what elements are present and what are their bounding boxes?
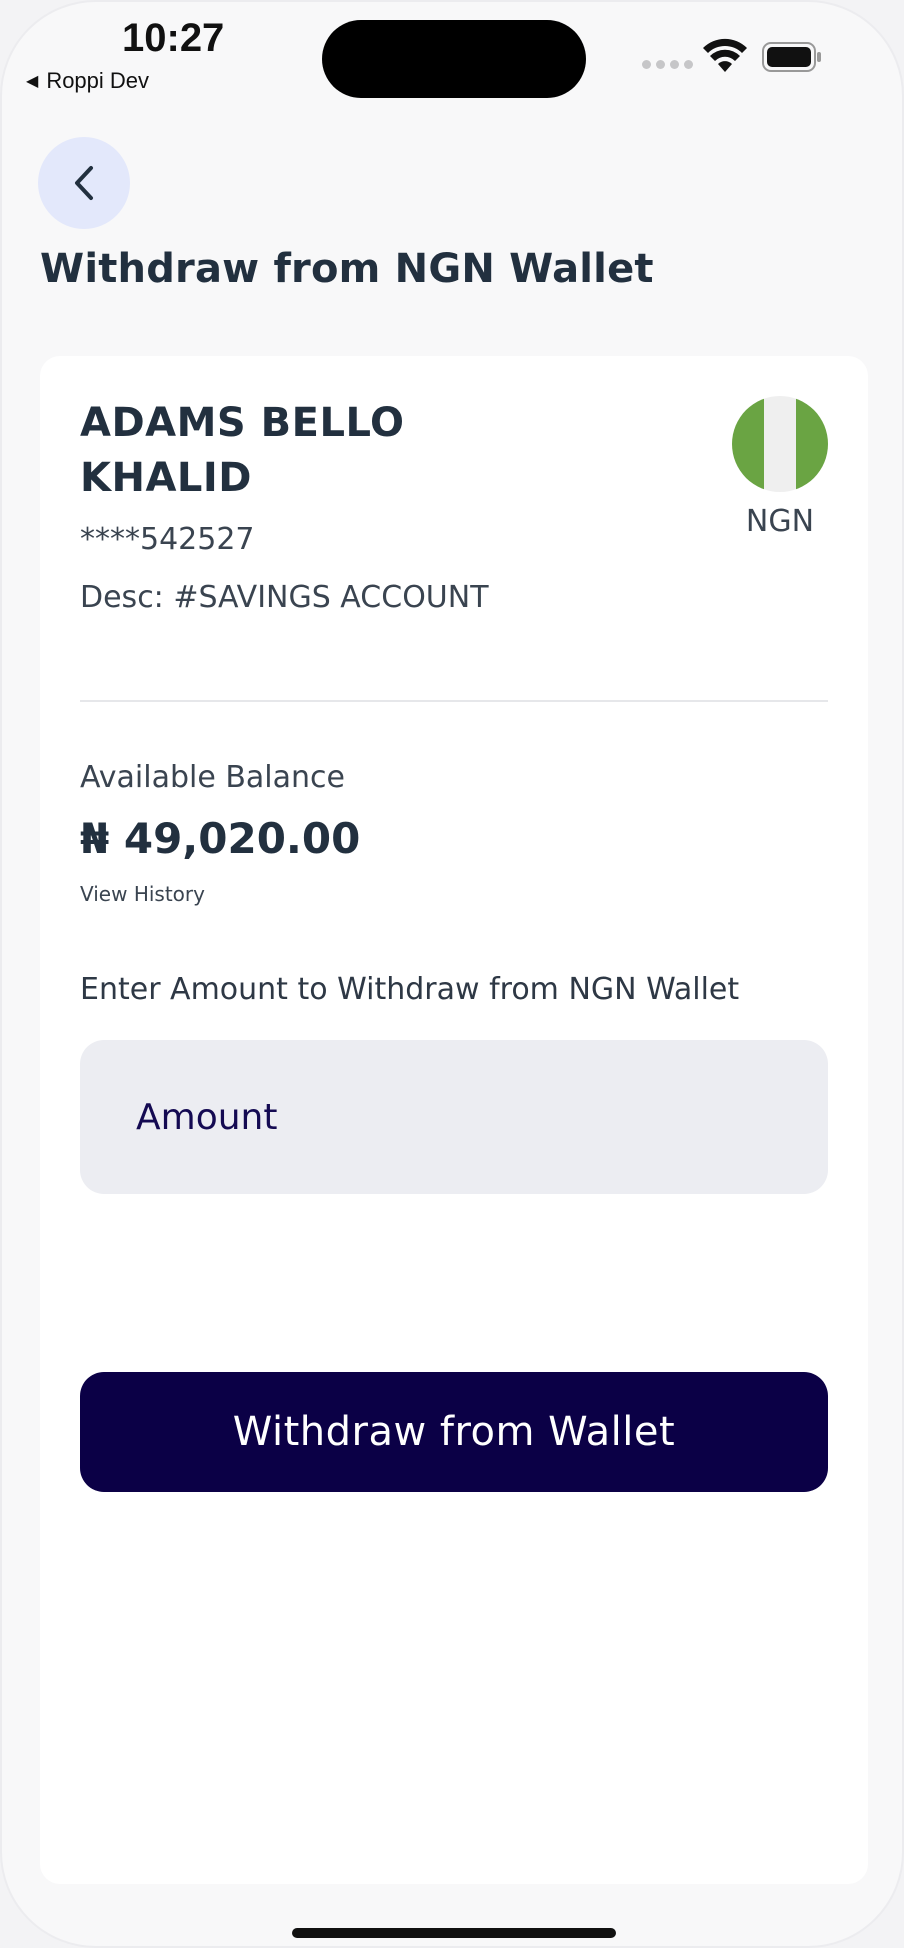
back-triangle-icon: ◀ [26,73,39,90]
home-indicator [292,1928,616,1938]
divider [80,700,828,702]
balance-label: Available Balance [80,760,345,795]
withdraw-card: ADAMS BELLO KHALID ****542527 Desc: #SAV… [40,356,868,1884]
battery-icon [762,42,821,72]
account-holder-name: ADAMS BELLO KHALID [80,400,405,501]
amount-prompt: Enter Amount to Withdraw from NGN Wallet [80,972,740,1007]
phone-screen: 10:27 ◀ Roppi Dev Withdraw from NGN Wall… [0,0,904,1948]
currency-code: NGN [745,504,815,539]
status-back-to-app[interactable]: ◀ Roppi Dev [26,68,149,94]
dynamic-island [322,20,586,98]
amount-input[interactable] [80,1040,828,1194]
wifi-icon [703,38,747,72]
nigeria-flag-icon [732,396,828,492]
status-back-app-name: Roppi Dev [46,68,150,93]
back-button[interactable] [38,137,130,229]
cellular-signal-icon [642,60,693,69]
status-time: 10:27 [122,16,225,60]
withdraw-from-wallet-button[interactable]: Withdraw from Wallet [80,1372,828,1492]
balance-value: ₦ 49,020.00 [80,814,361,863]
page-title: Withdraw from NGN Wallet [40,246,654,292]
account-number: ****542527 [80,522,255,557]
chevron-left-icon [75,166,93,200]
view-history-link[interactable]: View History [80,882,205,906]
account-description: Desc: #SAVINGS ACCOUNT [80,580,489,615]
